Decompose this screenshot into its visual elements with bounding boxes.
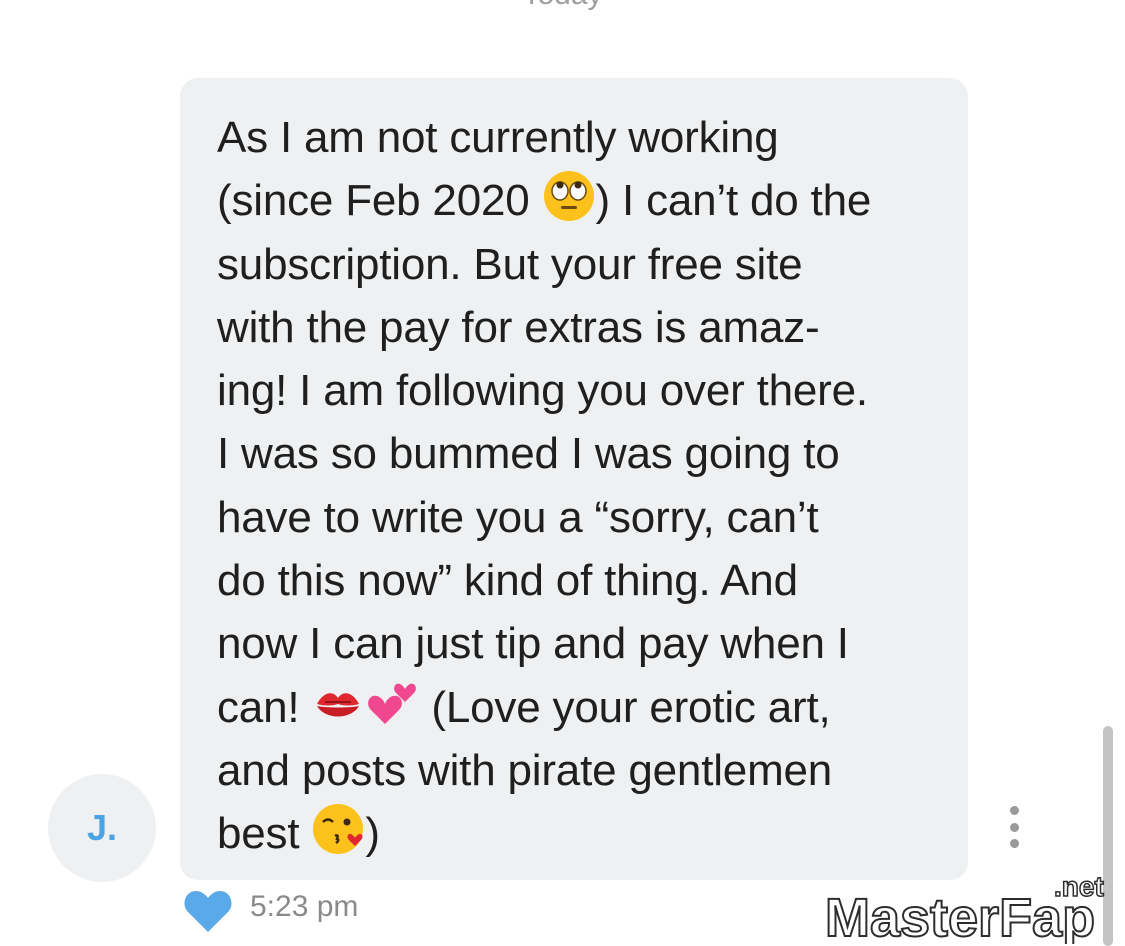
contact-avatar[interactable]: J. [48,774,156,882]
menu-dot [1009,806,1019,815]
day-separator-label: Today [0,0,1125,12]
rolling-eyes-emoji-icon [542,169,596,223]
menu-dot [1009,822,1019,832]
kiss-mark-emoji-icon [311,676,365,730]
watermark-logo: MasterFap .net [822,866,1122,944]
menu-dot [1009,839,1019,848]
heart-icon[interactable] [183,886,233,934]
two-hearts-emoji-icon [365,676,419,730]
message-timestamp: 5:23 pm [250,890,359,923]
message-bubble[interactable]: As I am not currently working (since Feb… [180,78,968,880]
face-blowing-kiss-emoji-icon [311,802,365,856]
message-text: As I am not currently working (since Feb… [217,113,872,859]
watermark-suffix: .net [1054,871,1104,902]
more-vertical-icon[interactable] [1002,806,1026,848]
